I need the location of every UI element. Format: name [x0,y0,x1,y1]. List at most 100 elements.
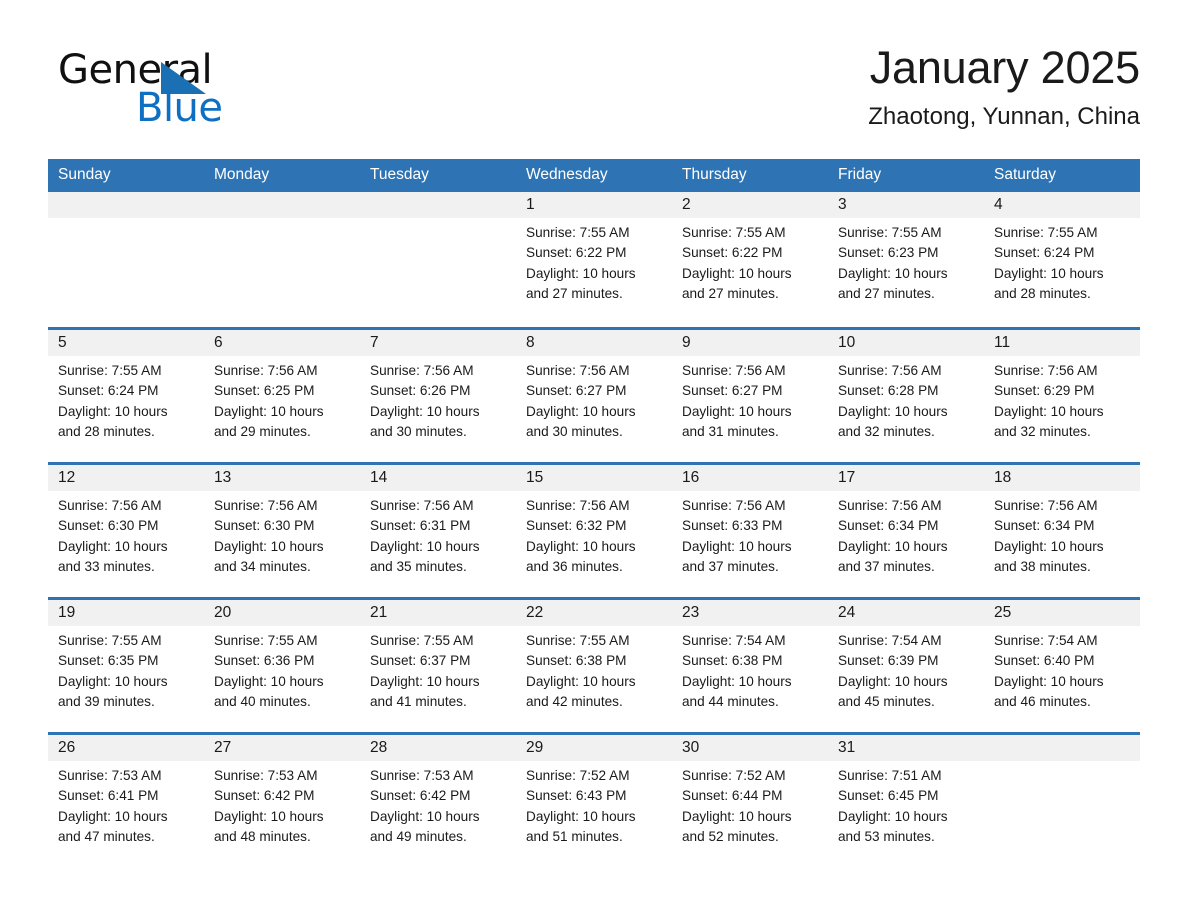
calendar-day-cell[interactable] [984,732,1140,867]
sunset-line: Sunset: 6:42 PM [370,788,471,804]
daylight-line-2: and 32 minutes. [838,423,935,439]
calendar-day-cell[interactable] [204,192,360,327]
day-number-band: 18 [984,465,1140,491]
day-details: Sunrise: 7:56 AM Sunset: 6:31 PM Daylight:… [360,491,516,577]
daylight-line-1: Daylight: 10 hours [58,538,168,554]
calendar-day-cell[interactable]: 5 Sunrise: 7:55 AM Sunset: 6:24 PM Daylight… [48,327,204,462]
calendar-day-cell[interactable]: 14 Sunrise: 7:56 AM Sunset: 6:31 PM Dayligh… [360,462,516,597]
daylight-line-2: and 42 minutes. [526,693,623,709]
sunset-line: Sunset: 6:42 PM [214,788,315,804]
calendar-day-cell[interactable]: 28 Sunrise: 7:53 AM Sunset: 6:42 PM Dayligh… [360,732,516,867]
day-number-band: 14 [360,465,516,491]
calendar-day-cell[interactable]: 10 Sunrise: 7:56 AM Sunset: 6:28 PM Dayligh… [828,327,984,462]
weekday-header-monday: Monday [204,159,360,192]
day-number-band: 2 [672,192,828,218]
day-cell-inner: 6 Sunrise: 7:56 AM Sunset: 6:25 PM Daylight… [204,327,360,462]
day-cell-inner: 20 Sunrise: 7:55 AM Sunset: 6:36 PM Dayligh… [204,597,360,732]
day-number: 10 [838,334,856,351]
day-cell-inner: 23 Sunrise: 7:54 AM Sunset: 6:38 PM Dayligh… [672,597,828,732]
page-title: January 2025 [869,42,1141,93]
day-number-band: 28 [360,735,516,761]
sunrise-line: Sunrise: 7:56 AM [838,363,942,378]
sunset-line: Sunset: 6:30 PM [58,518,159,534]
sunset-line: Sunset: 6:45 PM [838,788,939,804]
calendar-day-cell[interactable]: 25 Sunrise: 7:54 AM Sunset: 6:40 PM Dayligh… [984,597,1140,732]
day-cell-inner: 25 Sunrise: 7:54 AM Sunset: 6:40 PM Dayligh… [984,597,1140,732]
general-blue-logo[interactable]: General Blue [58,48,288,134]
calendar-day-cell[interactable]: 2 Sunrise: 7:55 AM Sunset: 6:22 PM Daylight… [672,192,828,327]
calendar-day-cell[interactable]: 17 Sunrise: 7:56 AM Sunset: 6:34 PM Dayligh… [828,462,984,597]
day-number-band: 7 [360,330,516,356]
sunset-line: Sunset: 6:34 PM [838,518,939,534]
day-number: 11 [994,334,1011,351]
sunrise-line: Sunrise: 7:56 AM [370,498,474,513]
day-number-band: 25 [984,600,1140,626]
calendar-day-cell[interactable]: 31 Sunrise: 7:51 AM Sunset: 6:45 PM Dayligh… [828,732,984,867]
daylight-line-1: Daylight: 10 hours [214,538,324,554]
day-cell-inner: 4 Sunrise: 7:55 AM Sunset: 6:24 PM Daylight… [984,192,1140,327]
calendar-day-cell[interactable]: 9 Sunrise: 7:56 AM Sunset: 6:27 PM Daylight… [672,327,828,462]
calendar-day-cell[interactable]: 27 Sunrise: 7:53 AM Sunset: 6:42 PM Dayligh… [204,732,360,867]
day-number: 4 [994,196,1003,213]
calendar-day-cell[interactable]: 21 Sunrise: 7:55 AM Sunset: 6:37 PM Dayligh… [360,597,516,732]
daylight-line-2: and 28 minutes. [994,285,1091,301]
calendar-day-cell[interactable]: 19 Sunrise: 7:55 AM Sunset: 6:35 PM Dayligh… [48,597,204,732]
daylight-line-2: and 38 minutes. [994,558,1091,574]
sunrise-line: Sunrise: 7:54 AM [994,633,1098,648]
day-cell-inner: 8 Sunrise: 7:56 AM Sunset: 6:27 PM Daylight… [516,327,672,462]
calendar-body: 1 Sunrise: 7:55 AM Sunset: 6:22 PM Daylight… [48,192,1140,867]
calendar-day-cell[interactable]: 15 Sunrise: 7:56 AM Sunset: 6:32 PM Dayligh… [516,462,672,597]
calendar-page: General Blue January 2025 Zhaotong, Yunn… [0,0,1188,918]
day-cell-inner [360,192,516,327]
calendar-day-cell[interactable]: 7 Sunrise: 7:56 AM Sunset: 6:26 PM Daylight… [360,327,516,462]
day-details: Sunrise: 7:52 AM Sunset: 6:44 PM Daylight:… [672,761,828,847]
calendar-day-cell[interactable]: 23 Sunrise: 7:54 AM Sunset: 6:38 PM Dayligh… [672,597,828,732]
daylight-line-2: and 40 minutes. [214,693,311,709]
sunrise-line: Sunrise: 7:56 AM [682,498,786,513]
calendar-day-cell[interactable]: 18 Sunrise: 7:56 AM Sunset: 6:34 PM Dayligh… [984,462,1140,597]
day-number-band: 1 [516,192,672,218]
day-details: Sunrise: 7:55 AM Sunset: 6:36 PM Daylight:… [204,626,360,712]
calendar-day-cell[interactable]: 13 Sunrise: 7:56 AM Sunset: 6:30 PM Dayligh… [204,462,360,597]
sunrise-line: Sunrise: 7:51 AM [838,768,942,783]
weekday-header-thursday: Thursday [672,159,828,192]
sunrise-line: Sunrise: 7:55 AM [838,225,942,240]
daylight-line-1: Daylight: 10 hours [214,673,324,689]
calendar-day-cell[interactable]: 16 Sunrise: 7:56 AM Sunset: 6:33 PM Dayligh… [672,462,828,597]
day-cell-inner: 11 Sunrise: 7:56 AM Sunset: 6:29 PM Dayligh… [984,327,1140,462]
calendar-day-cell[interactable]: 29 Sunrise: 7:52 AM Sunset: 6:43 PM Dayligh… [516,732,672,867]
calendar-day-cell[interactable]: 11 Sunrise: 7:56 AM Sunset: 6:29 PM Dayligh… [984,327,1140,462]
day-details: Sunrise: 7:53 AM Sunset: 6:41 PM Daylight:… [48,761,204,847]
daylight-line-1: Daylight: 10 hours [370,673,480,689]
calendar-day-cell[interactable]: 4 Sunrise: 7:55 AM Sunset: 6:24 PM Daylight… [984,192,1140,327]
calendar-day-cell[interactable]: 24 Sunrise: 7:54 AM Sunset: 6:39 PM Dayligh… [828,597,984,732]
daylight-line-1: Daylight: 10 hours [838,808,948,824]
calendar-day-cell[interactable]: 12 Sunrise: 7:56 AM Sunset: 6:30 PM Dayligh… [48,462,204,597]
sunset-line: Sunset: 6:23 PM [838,245,939,261]
day-number: 7 [370,334,379,351]
daylight-line-1: Daylight: 10 hours [526,265,636,281]
day-details: Sunrise: 7:56 AM Sunset: 6:27 PM Daylight:… [516,356,672,442]
day-number-band: 27 [204,735,360,761]
calendar-day-cell[interactable]: 8 Sunrise: 7:56 AM Sunset: 6:27 PM Daylight… [516,327,672,462]
calendar-day-cell[interactable] [360,192,516,327]
sunrise-line: Sunrise: 7:56 AM [526,363,630,378]
calendar-day-cell[interactable]: 22 Sunrise: 7:55 AM Sunset: 6:38 PM Dayligh… [516,597,672,732]
calendar-day-cell[interactable]: 6 Sunrise: 7:56 AM Sunset: 6:25 PM Daylight… [204,327,360,462]
sunrise-line: Sunrise: 7:56 AM [994,498,1098,513]
day-number: 1 [526,196,535,213]
day-cell-inner [204,192,360,327]
calendar-day-cell[interactable]: 1 Sunrise: 7:55 AM Sunset: 6:22 PM Daylight… [516,192,672,327]
calendar-day-cell[interactable]: 20 Sunrise: 7:55 AM Sunset: 6:36 PM Dayligh… [204,597,360,732]
sunrise-line: Sunrise: 7:52 AM [682,768,786,783]
calendar-day-cell[interactable]: 30 Sunrise: 7:52 AM Sunset: 6:44 PM Dayligh… [672,732,828,867]
daylight-line-1: Daylight: 10 hours [994,403,1104,419]
day-number-band: 9 [672,330,828,356]
day-number-band: 19 [48,600,204,626]
daylight-line-1: Daylight: 10 hours [58,808,168,824]
calendar-day-cell[interactable]: 3 Sunrise: 7:55 AM Sunset: 6:23 PM Daylight… [828,192,984,327]
calendar-day-cell[interactable] [48,192,204,327]
daylight-line-2: and 34 minutes. [214,558,311,574]
calendar-day-cell[interactable]: 26 Sunrise: 7:53 AM Sunset: 6:41 PM Dayligh… [48,732,204,867]
weekday-header-friday: Friday [828,159,984,192]
